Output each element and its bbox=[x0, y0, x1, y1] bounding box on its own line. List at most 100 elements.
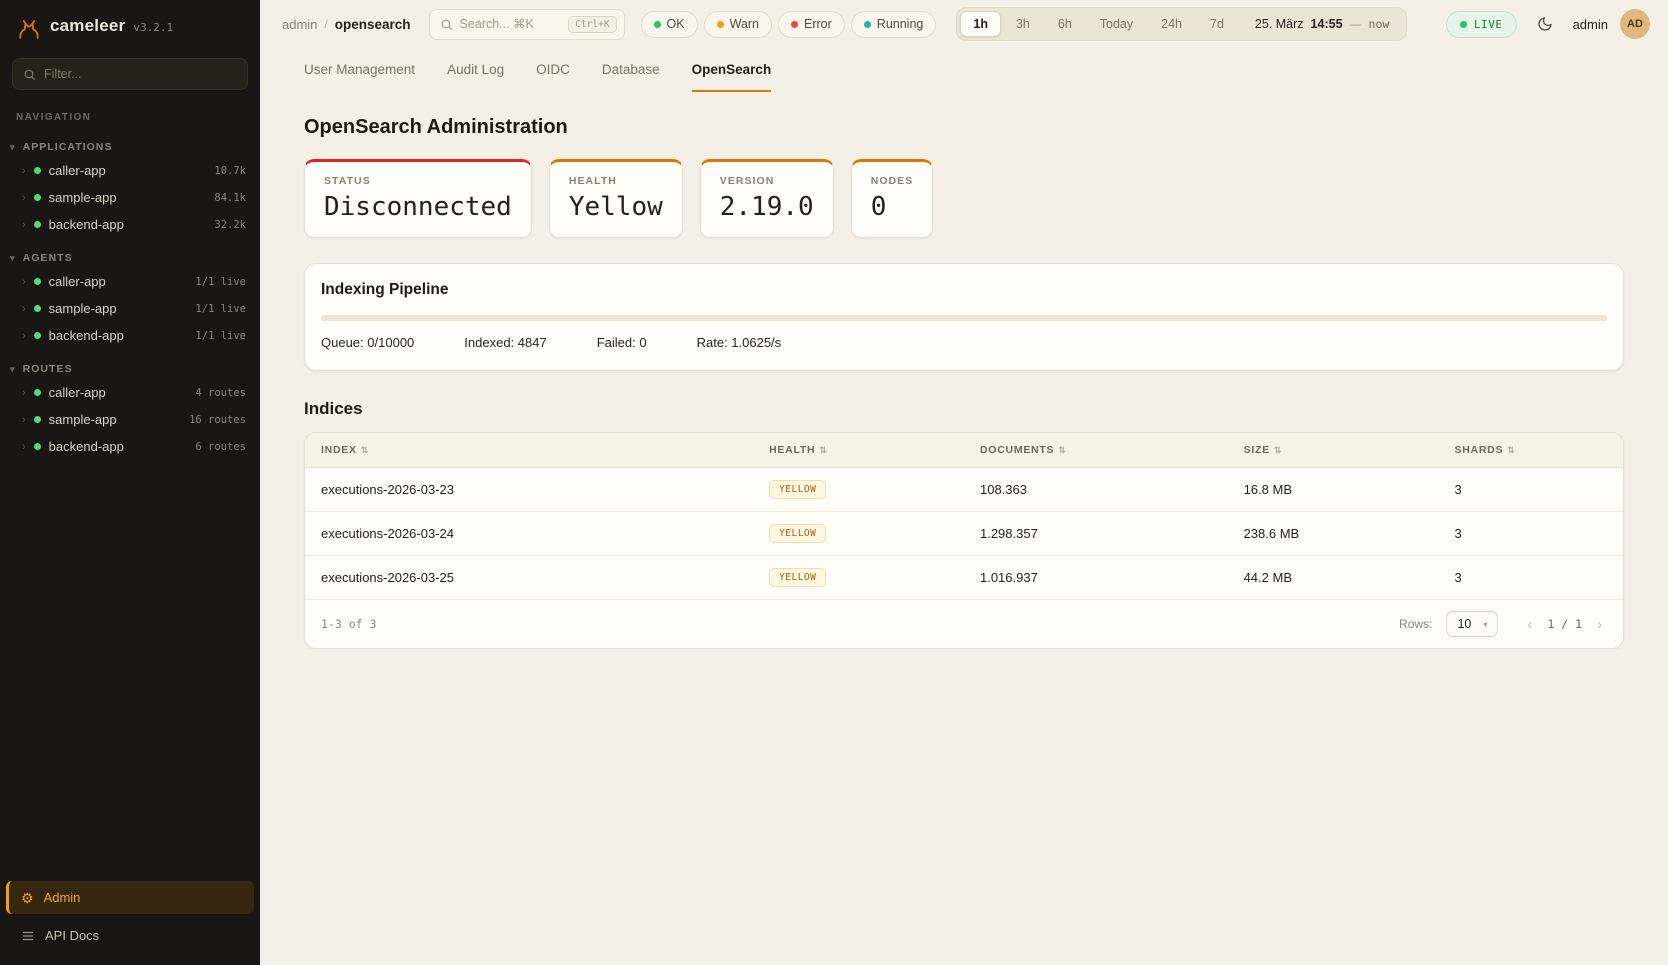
group-label: AGENTS bbox=[23, 252, 73, 264]
stat-value: Disconnected bbox=[324, 192, 512, 222]
column-header-index[interactable]: INDEX⇅ bbox=[305, 433, 753, 468]
filter-pill-ok[interactable]: OK bbox=[641, 11, 698, 38]
warn-dot-icon bbox=[717, 21, 724, 28]
status-dot-icon bbox=[34, 305, 41, 312]
tab-oidc[interactable]: OIDC bbox=[536, 62, 570, 92]
chevron-right-icon: › bbox=[22, 165, 26, 177]
time-range-display[interactable]: 25. März 14:55 — now bbox=[1239, 17, 1403, 31]
main-area: admin / opensearch Ctrl+K OK Warn Error bbox=[260, 0, 1668, 965]
cell-documents: 1.298.357 bbox=[964, 512, 1228, 556]
time-range-7d[interactable]: 7d bbox=[1197, 11, 1237, 37]
table-header-row: INDEX⇅ HEALTH⇅ DOCUMENTS⇅ SIZE⇅ SHARDS⇅ bbox=[305, 433, 1623, 468]
page-indicator: 1 / 1 bbox=[1547, 617, 1582, 631]
filter-pill-error[interactable]: Error bbox=[778, 11, 845, 38]
pipeline-stat-queue: Queue0/10000 bbox=[321, 335, 414, 350]
sidebar-item-applications-caller-app[interactable]: › caller-app 10.7k bbox=[0, 157, 260, 184]
group-header-applications[interactable]: ▾ APPLICATIONS bbox=[0, 137, 260, 157]
group-header-routes[interactable]: ▾ ROUTES bbox=[0, 359, 260, 379]
status-dot-icon bbox=[34, 443, 41, 450]
cell-size: 16.8 MB bbox=[1228, 468, 1439, 512]
next-page-button[interactable]: › bbox=[1592, 614, 1607, 635]
sidebar-item-applications-sample-app[interactable]: › sample-app 84.1k bbox=[0, 184, 260, 211]
stat-value: Yellow bbox=[569, 192, 663, 222]
item-badge: 16 routes bbox=[189, 414, 246, 426]
chevron-right-icon: › bbox=[22, 303, 26, 315]
item-label: backend-app bbox=[49, 439, 124, 454]
range-separator: — bbox=[1350, 17, 1362, 31]
sidebar-group-agents: ▾ AGENTS › caller-app 1/1 live › sample-… bbox=[0, 248, 260, 349]
stat-label: Indexed bbox=[464, 335, 518, 350]
stat-label: Queue bbox=[321, 335, 367, 350]
tab-audit-log[interactable]: Audit Log bbox=[447, 62, 504, 92]
search-input[interactable] bbox=[460, 17, 562, 31]
table-row: executions-2026-03-24 YELLOW 1.298.357 2… bbox=[305, 512, 1623, 556]
sort-icon: ⇅ bbox=[1274, 445, 1282, 455]
gear-icon: ⚙ bbox=[21, 891, 34, 905]
cell-health: YELLOW bbox=[753, 556, 964, 600]
filter-label: Warn bbox=[730, 17, 759, 31]
group-header-agents[interactable]: ▾ AGENTS bbox=[0, 248, 260, 268]
table-row: executions-2026-03-23 YELLOW 108.363 16.… bbox=[305, 468, 1623, 512]
item-badge: 4 routes bbox=[195, 387, 246, 399]
sidebar-item-api-docs[interactable]: API Docs bbox=[6, 920, 254, 951]
status-dot-icon bbox=[34, 416, 41, 423]
user-avatar[interactable]: AD bbox=[1620, 9, 1650, 39]
sidebar-footer: ⚙ Admin API Docs bbox=[0, 881, 260, 965]
dark-mode-toggle[interactable] bbox=[1529, 8, 1561, 40]
prev-page-button[interactable]: ‹ bbox=[1522, 614, 1537, 635]
sort-icon: ⇅ bbox=[819, 445, 827, 455]
sidebar-item-agents-caller-app[interactable]: › caller-app 1/1 live bbox=[0, 268, 260, 295]
app-logo: cameleer v3.2.1 bbox=[0, 0, 260, 52]
stat-label: STATUS bbox=[324, 175, 512, 187]
breadcrumb-admin[interactable]: admin bbox=[282, 17, 317, 32]
search-icon bbox=[23, 68, 36, 81]
chevron-right-icon: › bbox=[22, 387, 26, 399]
sidebar-item-routes-caller-app[interactable]: › caller-app 4 routes bbox=[0, 379, 260, 406]
item-label: backend-app bbox=[49, 217, 124, 232]
column-header-size[interactable]: SIZE⇅ bbox=[1228, 433, 1439, 468]
stat-value: 4847 bbox=[518, 335, 547, 350]
breadcrumb-separator: / bbox=[324, 17, 327, 31]
time-range-24h[interactable]: 24h bbox=[1148, 11, 1195, 37]
tab-database[interactable]: Database bbox=[602, 62, 660, 92]
sidebar-item-agents-sample-app[interactable]: › sample-app 1/1 live bbox=[0, 295, 260, 322]
chevron-right-icon: › bbox=[22, 441, 26, 453]
filter-label: Running bbox=[877, 17, 924, 31]
time-range-6h[interactable]: 6h bbox=[1045, 11, 1085, 37]
time-range-3h[interactable]: 3h bbox=[1003, 11, 1043, 37]
sidebar-item-routes-sample-app[interactable]: › sample-app 16 routes bbox=[0, 406, 260, 433]
group-label: APPLICATIONS bbox=[23, 141, 113, 153]
time-range-1h[interactable]: 1h bbox=[960, 11, 1001, 37]
sidebar-filter bbox=[12, 58, 248, 90]
column-header-documents[interactable]: DOCUMENTS⇅ bbox=[964, 433, 1228, 468]
stat-label: NODES bbox=[871, 175, 914, 187]
column-header-health[interactable]: HEALTH⇅ bbox=[753, 433, 964, 468]
filter-pill-warn[interactable]: Warn bbox=[704, 11, 772, 38]
item-label: sample-app bbox=[49, 301, 117, 316]
app-name: cameleer bbox=[50, 16, 125, 36]
status-dot-icon bbox=[34, 221, 41, 228]
sidebar-item-applications-backend-app[interactable]: › backend-app 32.2k bbox=[0, 211, 260, 238]
filter-pill-running[interactable]: Running bbox=[851, 11, 937, 38]
stat-card-nodes: NODES 0 bbox=[851, 159, 934, 238]
pipeline-stat-rate: Rate1.0625/s bbox=[697, 335, 782, 350]
sidebar-item-agents-backend-app[interactable]: › backend-app 1/1 live bbox=[0, 322, 260, 349]
tab-opensearch[interactable]: OpenSearch bbox=[692, 62, 772, 92]
cell-documents: 1.016.937 bbox=[964, 556, 1228, 600]
chevron-right-icon: › bbox=[22, 330, 26, 342]
item-label: sample-app bbox=[49, 412, 117, 427]
sidebar-item-admin[interactable]: ⚙ Admin bbox=[6, 881, 254, 914]
filter-input[interactable] bbox=[44, 67, 237, 81]
live-indicator[interactable]: LIVE bbox=[1446, 11, 1517, 38]
status-filter-group: OK Warn Error Running bbox=[641, 11, 937, 38]
time-range-today[interactable]: Today bbox=[1087, 11, 1146, 37]
tab-user-management[interactable]: User Management bbox=[304, 62, 415, 92]
sidebar-item-routes-backend-app[interactable]: › backend-app 6 routes bbox=[0, 433, 260, 460]
cell-health: YELLOW bbox=[753, 512, 964, 556]
rows-per-page-select[interactable]: 10 ▾ bbox=[1446, 611, 1498, 637]
column-header-shards[interactable]: SHARDS⇅ bbox=[1438, 433, 1623, 468]
running-dot-icon bbox=[864, 21, 871, 28]
pipeline-stats: Queue0/10000 Indexed4847 Failed0 Rate1.0… bbox=[321, 335, 1607, 350]
stat-label: VERSION bbox=[720, 175, 814, 187]
indices-table-card: INDEX⇅ HEALTH⇅ DOCUMENTS⇅ SIZE⇅ SHARDS⇅ … bbox=[304, 432, 1624, 649]
